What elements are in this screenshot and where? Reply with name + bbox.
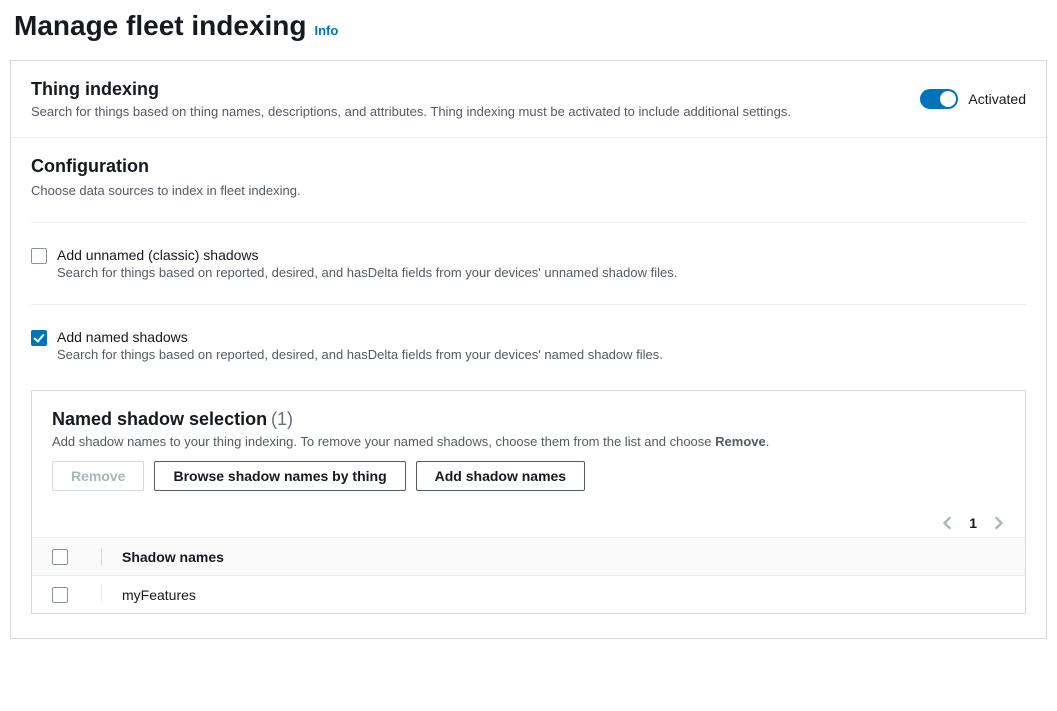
row-checkbox[interactable]	[52, 587, 68, 603]
named-selection-desc-pre: Add shadow names to your thing indexing.…	[52, 434, 715, 449]
browse-shadow-names-button[interactable]: Browse shadow names by thing	[154, 461, 405, 491]
next-page-icon[interactable]	[991, 516, 1005, 530]
shadow-names-col-header: Shadow names	[122, 549, 1005, 565]
named-shadow-selection-panel: Named shadow selection (1) Add shadow na…	[31, 390, 1026, 614]
configuration-section: Configuration Choose data sources to ind…	[11, 138, 1046, 638]
toggle-knob	[940, 91, 956, 107]
thing-indexing-title: Thing indexing	[31, 79, 791, 100]
pagination: 1	[32, 505, 1025, 537]
add-shadow-names-button[interactable]: Add shadow names	[416, 461, 585, 491]
named-shadows-checkbox[interactable]	[31, 330, 47, 346]
divider	[31, 304, 1026, 305]
named-selection-desc-post: .	[766, 434, 770, 449]
named-shadows-row: Add named shadows Search for things base…	[31, 329, 1026, 362]
remove-button[interactable]: Remove	[52, 461, 144, 491]
named-selection-title: Named shadow selection	[52, 409, 267, 429]
thing-indexing-toggle-label: Activated	[968, 91, 1026, 107]
unnamed-shadows-desc: Search for things based on reported, des…	[57, 265, 1026, 280]
named-shadows-label: Add named shadows	[57, 329, 1026, 345]
unnamed-shadows-label: Add unnamed (classic) shadows	[57, 247, 1026, 263]
info-link[interactable]: Info	[315, 23, 339, 38]
divider	[31, 222, 1026, 223]
named-selection-desc-bold: Remove	[715, 434, 766, 449]
thing-indexing-section: Thing indexing Search for things based o…	[11, 61, 1046, 138]
shadow-names-table: Shadow names myFeatures	[32, 537, 1025, 613]
named-selection-count: (1)	[271, 409, 293, 429]
page-title: Manage fleet indexing	[14, 10, 307, 42]
configuration-title: Configuration	[31, 156, 1026, 177]
shadow-name-cell: myFeatures	[122, 587, 1005, 603]
thing-indexing-toggle[interactable]	[920, 89, 958, 109]
thing-indexing-desc: Search for things based on thing names, …	[31, 104, 791, 119]
select-all-checkbox[interactable]	[52, 549, 68, 565]
unnamed-shadows-checkbox[interactable]	[31, 248, 47, 264]
table-header-row: Shadow names	[32, 537, 1025, 576]
configuration-desc: Choose data sources to index in fleet in…	[31, 183, 1026, 198]
main-panel: Thing indexing Search for things based o…	[10, 60, 1047, 639]
named-shadows-desc: Search for things based on reported, des…	[57, 347, 1026, 362]
page-number: 1	[969, 515, 977, 531]
unnamed-shadows-row: Add unnamed (classic) shadows Search for…	[31, 247, 1026, 280]
table-row: myFeatures	[32, 576, 1025, 613]
prev-page-icon[interactable]	[941, 516, 955, 530]
named-selection-desc: Add shadow names to your thing indexing.…	[52, 434, 1005, 449]
